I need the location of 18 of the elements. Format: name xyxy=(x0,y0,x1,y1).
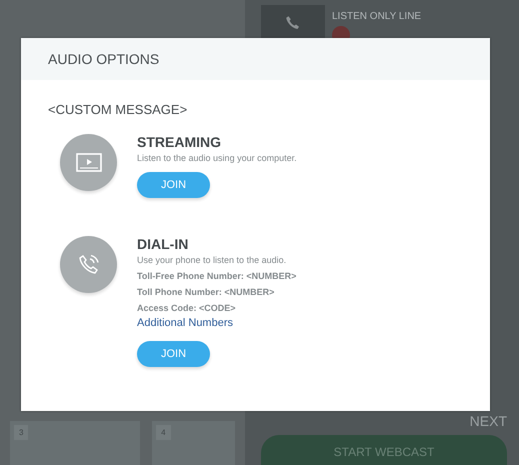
option-text: Toll-Free Phone Number: <NUMBER> xyxy=(137,271,296,281)
dialog-title: AUDIO OPTIONS xyxy=(48,51,160,67)
video-icon xyxy=(76,152,102,172)
option-title: DIAL-IN xyxy=(137,236,190,252)
custom-message: <CUSTOM MESSAGE> xyxy=(48,102,188,117)
start-webcast-button[interactable]: START WEBCAST xyxy=(261,435,507,465)
option-text: Toll Phone Number: <NUMBER> xyxy=(137,287,276,297)
phone-icon xyxy=(76,252,100,276)
option-title: STREAMING xyxy=(137,134,222,150)
next-button[interactable]: NEXT xyxy=(470,413,507,429)
phone-icon xyxy=(284,14,302,32)
option-text: Listen to the audio using your computer. xyxy=(137,153,297,163)
join-button[interactable]: JOIN xyxy=(137,172,210,198)
option-text: Access Code: <CODE> xyxy=(137,303,237,313)
join-button[interactable]: JOIN xyxy=(137,341,210,367)
additional-numbers-link[interactable]: Additional Numbers xyxy=(137,317,296,329)
option-text: Use your phone to listen to the audio. xyxy=(137,255,288,265)
line-title: LISTEN ONLY LINE xyxy=(332,11,422,22)
